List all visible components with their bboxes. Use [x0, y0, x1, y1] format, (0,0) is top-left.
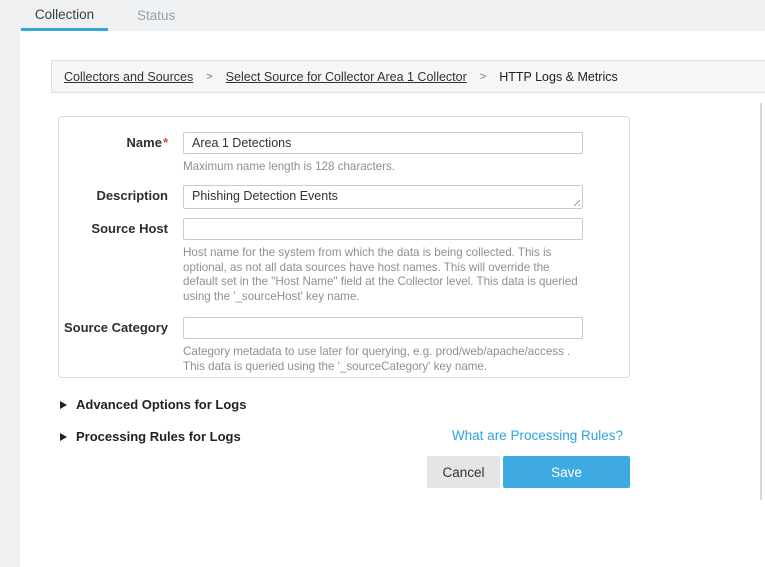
breadcrumb-separator-icon: >	[206, 71, 212, 83]
breadcrumb-select-source[interactable]: Select Source for Collector Area 1 Colle…	[226, 70, 467, 84]
cancel-button[interactable]: Cancel	[427, 456, 500, 488]
tab-collection[interactable]: Collection	[21, 0, 108, 31]
scrollbar[interactable]	[760, 103, 762, 500]
source-category-helper-text: Category metadata to use later for query…	[183, 345, 587, 374]
name-input[interactable]	[183, 132, 583, 154]
tab-bar: Collection Status	[21, 0, 187, 31]
breadcrumb-collectors-and-sources[interactable]: Collectors and Sources	[64, 70, 193, 84]
source-host-helper-text: Host name for the system from which the …	[183, 246, 587, 304]
tab-status[interactable]: Status	[125, 0, 187, 31]
what-are-processing-rules-link[interactable]: What are Processing Rules?	[452, 428, 623, 443]
advanced-options-label: Advanced Options for Logs	[76, 397, 246, 412]
name-helper-text: Maximum name length is 128 characters.	[183, 160, 587, 175]
description-input[interactable]: Phishing Detection Events	[183, 185, 583, 209]
caret-right-icon	[60, 401, 67, 409]
source-category-label: Source Category	[59, 320, 168, 336]
breadcrumb-current-page: HTTP Logs & Metrics	[499, 70, 618, 84]
source-host-label: Source Host	[59, 221, 168, 237]
required-asterisk: *	[163, 135, 168, 150]
screen: Collection Status Collectors and Sources…	[0, 0, 765, 567]
breadcrumb-separator-icon: >	[480, 71, 486, 83]
description-label: Description	[59, 188, 168, 204]
processing-rules-label: Processing Rules for Logs	[76, 429, 241, 444]
name-label: Name*	[59, 135, 168, 151]
processing-rules-section-toggle[interactable]: Processing Rules for Logs	[60, 429, 241, 444]
save-button[interactable]: Save	[503, 456, 630, 488]
source-host-input[interactable]	[183, 218, 583, 240]
source-config-form: Name* Maximum name length is 128 charact…	[58, 116, 630, 378]
source-category-input[interactable]	[183, 317, 583, 339]
caret-right-icon	[60, 433, 67, 441]
advanced-options-section-toggle[interactable]: Advanced Options for Logs	[60, 397, 246, 412]
breadcrumb: Collectors and Sources > Select Source f…	[51, 60, 765, 93]
